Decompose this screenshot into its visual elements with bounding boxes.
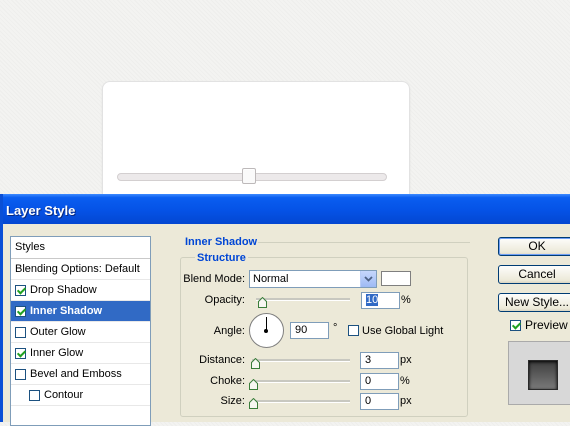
style-item-label: Inner Shadow (30, 304, 103, 317)
distance-unit: px (400, 354, 412, 366)
distance-input[interactable]: 3 (360, 352, 399, 369)
style-checkbox[interactable] (15, 347, 26, 359)
preview-toggle[interactable]: Preview (510, 318, 568, 332)
styles-list: Blending Options: Default Drop Shadow Inne… (11, 259, 150, 406)
angle-value: 90 (295, 324, 308, 336)
style-item-label: Inner Glow (30, 346, 84, 359)
opacity-input[interactable]: 10 (361, 292, 400, 309)
use-global-light-checkbox[interactable] (348, 325, 359, 336)
distance-slider-thumb[interactable] (251, 356, 260, 369)
use-global-light-label: Use Global Light (362, 325, 444, 337)
size-input[interactable]: 0 (360, 393, 399, 410)
style-checkbox[interactable] (15, 284, 26, 296)
styles-list-item[interactable]: Blending Options: Default (11, 259, 150, 280)
opacity-unit: % (401, 294, 411, 306)
opacity-label: Opacity: (204, 294, 245, 306)
styles-panel: Styles Blending Options: Default Drop Sha… (10, 236, 151, 426)
style-checkbox[interactable] (15, 326, 26, 338)
choke-label: Choke: (210, 375, 245, 387)
styles-list-item[interactable]: Inner Shadow (11, 301, 150, 322)
dialog-title: Layer Style (6, 203, 76, 218)
style-item-label: Drop Shadow (30, 283, 97, 296)
styles-list-item[interactable]: Drop Shadow (11, 280, 150, 301)
style-item-label: Blending Options: Default (15, 262, 140, 275)
blend-mode-select[interactable]: Normal (249, 270, 377, 288)
choke-value: 0 (365, 375, 372, 387)
style-checkbox[interactable] (29, 389, 40, 401)
angle-center-dot (264, 329, 268, 333)
dialog-titlebar[interactable]: Layer Style (3, 194, 570, 224)
angle-unit: ° (333, 322, 338, 334)
style-checkbox[interactable] (15, 368, 26, 380)
choke-slider-track[interactable] (252, 380, 350, 383)
preview-swatch (528, 360, 558, 390)
group-title-structure: Structure (195, 252, 248, 264)
angle-label: Angle: (213, 325, 245, 337)
blend-mode-label: Blend Mode: (183, 273, 245, 285)
chevron-down-icon[interactable] (360, 271, 376, 287)
style-checkbox[interactable] (15, 305, 26, 317)
styles-header[interactable]: Styles (11, 237, 150, 259)
size-slider-thumb[interactable] (249, 396, 258, 409)
styles-list-item[interactable]: Outer Glow (11, 322, 150, 343)
blend-mode-value: Normal (253, 273, 289, 285)
style-item-label: Bevel and Emboss (30, 367, 122, 380)
distance-label: Distance: (199, 354, 245, 366)
size-label: Size: (220, 395, 245, 407)
opacity-slider-track[interactable] (256, 298, 350, 301)
distance-slider-track[interactable] (252, 359, 350, 362)
opacity-slider-thumb[interactable] (258, 295, 267, 308)
angle-input[interactable]: 90 (290, 322, 329, 339)
styles-list-item[interactable]: Inner Glow (11, 343, 150, 364)
choke-slider-thumb[interactable] (249, 377, 258, 390)
size-unit: px (400, 395, 412, 407)
opacity-value: 10 (366, 294, 379, 306)
new-style-button[interactable]: New Style... (498, 293, 570, 312)
preview-checkbox[interactable] (510, 319, 521, 331)
section-title-inner-shadow: Inner Shadow (185, 236, 258, 248)
choke-unit: % (400, 375, 410, 387)
preview-thumbnail (508, 341, 570, 405)
cancel-button[interactable]: Cancel (498, 265, 570, 284)
choke-input[interactable]: 0 (360, 373, 399, 390)
style-item-label: Outer Glow (30, 325, 86, 338)
styles-list-item[interactable]: Contour (11, 385, 150, 406)
angle-dial[interactable] (249, 313, 284, 348)
size-slider-track[interactable] (252, 400, 350, 403)
canvas-slider-thumb[interactable] (242, 168, 256, 184)
styles-list-item[interactable]: Bevel and Emboss (11, 364, 150, 385)
section-divider (258, 242, 470, 243)
size-value: 0 (365, 395, 372, 407)
style-item-label: Contour (44, 388, 84, 401)
shadow-color-swatch[interactable] (381, 271, 411, 286)
preview-label: Preview (525, 318, 568, 332)
distance-value: 3 (365, 354, 372, 366)
ok-button[interactable]: OK (498, 237, 570, 256)
